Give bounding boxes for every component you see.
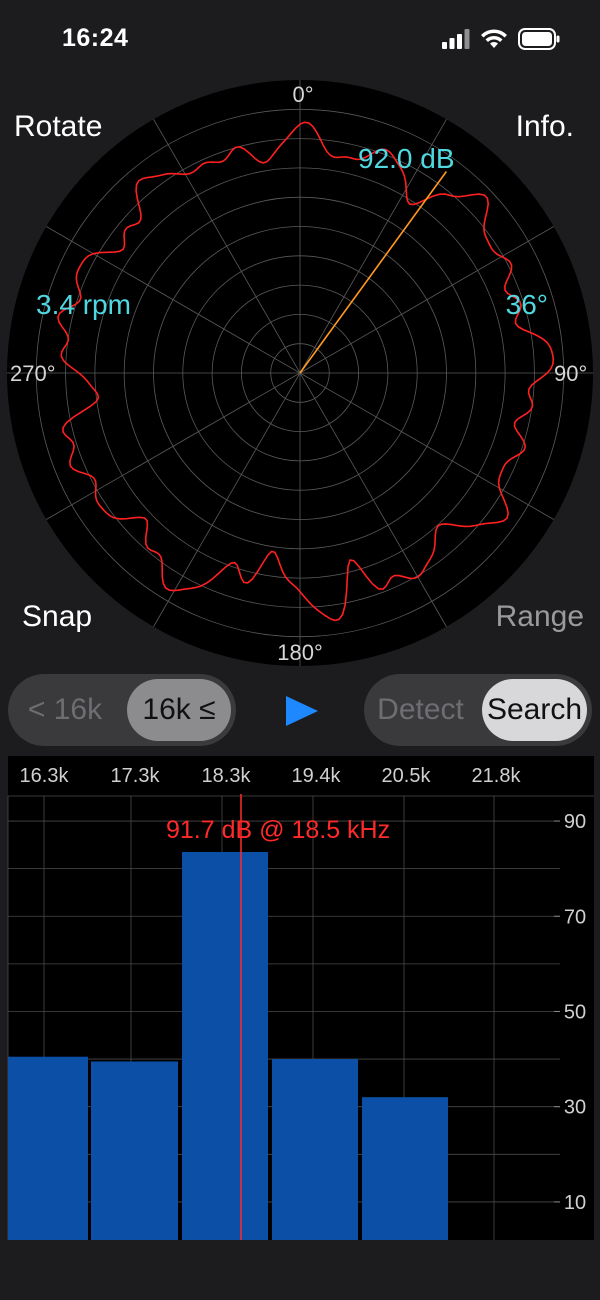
y-tick-label: 70 — [564, 906, 586, 928]
level-readout: 92.0 dB — [358, 143, 455, 174]
x-tick-label: 17.3k — [111, 765, 161, 787]
x-tick-label: 16.3k — [20, 765, 70, 787]
band-low-option[interactable]: < 16k — [13, 679, 117, 741]
spectrum-bar — [91, 1061, 178, 1240]
info-button[interactable]: Info. — [516, 110, 574, 144]
x-tick-label: 20.5k — [382, 765, 432, 787]
spectrum-bar — [272, 1059, 358, 1240]
angle-label-0: 0° — [292, 82, 313, 107]
battery-icon — [518, 28, 560, 50]
x-tick-label: 21.8k — [472, 765, 522, 787]
y-tick-label: 90 — [564, 811, 586, 833]
detect-option[interactable]: Detect — [369, 679, 472, 741]
angle-label-90: 90° — [554, 361, 587, 386]
angle-readout: 36° — [506, 289, 548, 320]
cellular-signal-icon — [442, 29, 470, 49]
search-option[interactable]: Search — [482, 679, 587, 741]
mode-toggle: Detect Search — [364, 674, 592, 746]
angle-label-180: 180° — [277, 640, 323, 665]
x-tick-label: 18.3k — [202, 765, 252, 787]
spectrum-bar — [182, 851, 268, 1240]
spectrum-chart-area: 16.3k 17.3k 18.3k 19.4k 20.5k 21.8k 90 70 50 30 1… — [0, 756, 600, 1246]
play-icon[interactable] — [282, 693, 322, 729]
spectrum-chart[interactable]: 16.3k 17.3k 18.3k 19.4k 20.5k 21.8k 90 70 50 30 1… — [0, 756, 600, 1246]
snap-button[interactable]: Snap — [22, 600, 92, 634]
polar-plot-area: 0° 90° 180° 270° 3.4 rpm 92.0 dB 36° Rot… — [0, 80, 600, 670]
peak-annotation: 91.7 dB @ 18.5 kHz — [166, 816, 390, 844]
polar-plot[interactable]: 0° 90° 180° 270° 3.4 rpm 92.0 dB 36° — [0, 80, 600, 670]
wifi-icon — [481, 29, 507, 48]
spectrum-bar — [362, 1097, 448, 1240]
status-icons — [442, 28, 560, 50]
status-time: 16:24 — [62, 24, 129, 52]
y-tick-label: 10 — [564, 1192, 586, 1214]
rotation-speed-readout: 3.4 rpm — [36, 289, 131, 320]
spectrum-bar — [8, 1056, 88, 1240]
status-bar: 16:24 — [0, 0, 600, 80]
y-tick-label: 50 — [564, 1001, 586, 1023]
range-button[interactable]: Range — [496, 600, 584, 634]
rotate-button[interactable]: Rotate — [14, 110, 102, 144]
band-high-option[interactable]: 16k ≤ — [127, 679, 231, 741]
x-tick-label: 19.4k — [292, 765, 342, 787]
angle-label-270: 270° — [10, 361, 56, 386]
band-toggle: < 16k 16k ≤ — [8, 674, 236, 746]
y-tick-label: 30 — [564, 1097, 586, 1119]
